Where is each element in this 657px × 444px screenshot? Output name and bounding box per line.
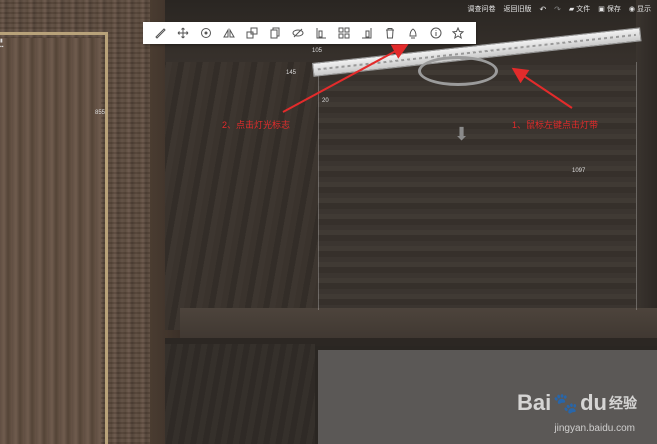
- move-icon[interactable]: [175, 25, 191, 41]
- light-icon[interactable]: [405, 25, 421, 41]
- delete-icon[interactable]: [382, 25, 398, 41]
- folder-icon: ▰: [568, 6, 575, 13]
- back-old-version-link[interactable]: 返回旧版: [503, 4, 531, 14]
- file-menu-label: 文件: [576, 6, 591, 13]
- move-down-arrow-icon[interactable]: ⬇: [454, 124, 469, 145]
- watermark-brand2: du: [580, 390, 607, 415]
- object-toolbar: [143, 22, 476, 44]
- door-frame-highlight: [0, 32, 108, 444]
- 3d-viewport[interactable]: ⬇ 105 145 855 20 1097 ▮ ▪▪: [0, 0, 657, 444]
- watermark-brand: Bai: [516, 390, 552, 415]
- scale-icon[interactable]: [244, 25, 260, 41]
- ruler-icon[interactable]: [152, 25, 168, 41]
- dimension-label: 1097: [572, 168, 586, 174]
- guide-line: [636, 62, 637, 310]
- favorite-icon[interactable]: [450, 25, 466, 41]
- hide-icon[interactable]: [290, 25, 306, 41]
- annotation-step2: 2、点击灯光标志: [222, 120, 291, 130]
- annotation-step1: 1、鼠标左键点击灯带: [512, 120, 599, 130]
- display-label: 显示: [637, 6, 651, 13]
- save-button[interactable]: ▣ 保存: [598, 4, 621, 14]
- watermark-url: jingyan.baidu.com: [554, 423, 635, 434]
- align-right-icon[interactable]: [359, 25, 375, 41]
- file-menu[interactable]: ▰ 文件: [569, 4, 590, 14]
- mirror-icon[interactable]: [221, 25, 237, 41]
- save-label: 保存: [606, 6, 621, 13]
- lower-left-panel: [165, 344, 315, 444]
- info-icon[interactable]: [428, 25, 444, 41]
- dimension-label: 105: [312, 48, 323, 54]
- watermark-jingyan: 经验: [609, 395, 637, 411]
- dimension-label: 855: [95, 110, 106, 116]
- display-menu[interactable]: ◉ 显示: [629, 4, 651, 14]
- group-icon[interactable]: [336, 25, 352, 41]
- undo-icon[interactable]: ↶: [539, 5, 546, 14]
- redo-icon[interactable]: ↷: [554, 5, 561, 14]
- rotate-gizmo[interactable]: [418, 56, 498, 86]
- rotate-icon[interactable]: [198, 25, 214, 41]
- top-menu-bar: 调查问卷 返回旧版 ↶ ↷ ▰ 文件 ▣ 保存 ◉ 显示: [467, 0, 657, 18]
- save-icon: ▣: [598, 6, 605, 13]
- eye-icon: ◉: [628, 6, 635, 13]
- copy-icon[interactable]: [267, 25, 283, 41]
- cabinet-right-wall: [636, 0, 657, 340]
- baidu-watermark: Bai 🐾 du 经验: [517, 390, 637, 416]
- dimension-label: 145: [286, 70, 297, 76]
- dimension-label: 20: [322, 98, 329, 104]
- align-left-icon[interactable]: [313, 25, 329, 41]
- cabinet-back-wall: [318, 60, 636, 310]
- guide-line: [318, 62, 319, 310]
- paw-icon: 🐾: [553, 392, 579, 415]
- side-handle-icon[interactable]: ▮ ▪▪: [0, 38, 4, 50]
- survey-link[interactable]: 调查问卷: [467, 4, 495, 14]
